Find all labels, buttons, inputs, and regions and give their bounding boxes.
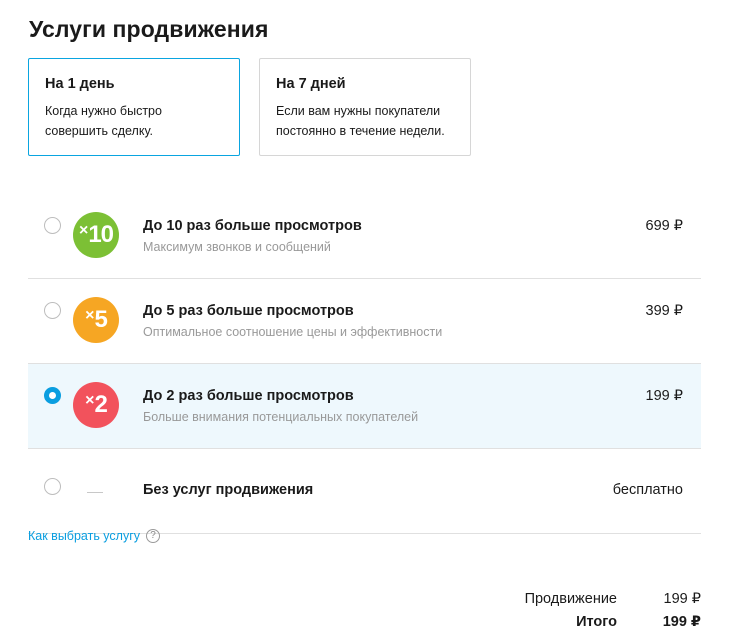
radio-button[interactable] xyxy=(44,478,61,495)
option-subtitle: Максимум звонков и сообщений xyxy=(143,240,331,254)
option-price: 199 ₽ xyxy=(645,388,683,404)
help-link-label: Как выбрать услугу xyxy=(28,529,141,543)
option-x2[interactable]: × 2 До 2 раз больше просмотров Больше вни… xyxy=(28,364,701,449)
option-title: До 10 раз больше просмотров xyxy=(143,218,362,234)
option-x10[interactable]: × 10 До 10 раз больше просмотров Максимум… xyxy=(28,194,701,279)
total-label: Итого xyxy=(576,613,617,630)
summary-row-promotion: Продвижение 199 ₽ xyxy=(481,587,701,610)
promotion-options-list: × 10 До 10 раз больше просмотров Максимум… xyxy=(28,194,701,534)
how-to-choose-link[interactable]: Как выбрать услугу ? xyxy=(28,529,161,543)
order-summary: Продвижение 199 ₽ Итого 199 ₽ xyxy=(481,587,701,633)
option-subtitle: Оптимальное соотношение цены и эффективн… xyxy=(143,325,443,339)
option-no-promotion[interactable]: Без услуг продвижения бесплатно xyxy=(28,449,701,534)
radio-button[interactable] xyxy=(44,302,61,319)
option-price: 699 ₽ xyxy=(645,218,683,234)
option-title: Без услуг продвижения xyxy=(143,482,314,498)
total-value: 199 ₽ xyxy=(662,613,701,630)
x2-badge-icon: × 2 xyxy=(73,382,119,428)
summary-label: Продвижение xyxy=(524,590,617,607)
option-title: До 5 раз больше просмотров xyxy=(143,303,354,319)
dash-icon xyxy=(87,492,103,493)
question-icon[interactable]: ? xyxy=(146,529,161,543)
summary-row-total: Итого 199 ₽ xyxy=(481,610,701,633)
option-price: бесплатно xyxy=(612,482,683,498)
tab-1-day[interactable]: На 1 день Когда нужно быстро совершить с… xyxy=(28,58,240,156)
tab-description: Если вам нужны покупатели постоянно в те… xyxy=(276,104,445,138)
option-price: 399 ₽ xyxy=(645,303,683,319)
option-x5[interactable]: × 5 До 5 раз больше просмотров Оптимально… xyxy=(28,279,701,364)
tab-description: Когда нужно быстро совершить сделку. xyxy=(45,104,162,138)
x10-badge-icon: × 10 xyxy=(73,212,119,258)
tab-7-days[interactable]: На 7 дней Если вам нужны покупатели пост… xyxy=(259,58,471,156)
radio-button[interactable] xyxy=(44,217,61,234)
page-title: Услуги продвижения xyxy=(29,16,269,42)
radio-button-checked[interactable] xyxy=(44,387,61,404)
option-subtitle: Больше внимания потенциальных покупателе… xyxy=(143,410,419,424)
tab-title: На 1 день xyxy=(45,76,115,92)
tab-title: На 7 дней xyxy=(276,76,346,92)
summary-value: 199 ₽ xyxy=(663,590,701,607)
x5-badge-icon: × 5 xyxy=(73,297,119,343)
option-title: До 2 раз больше просмотров xyxy=(143,388,354,404)
